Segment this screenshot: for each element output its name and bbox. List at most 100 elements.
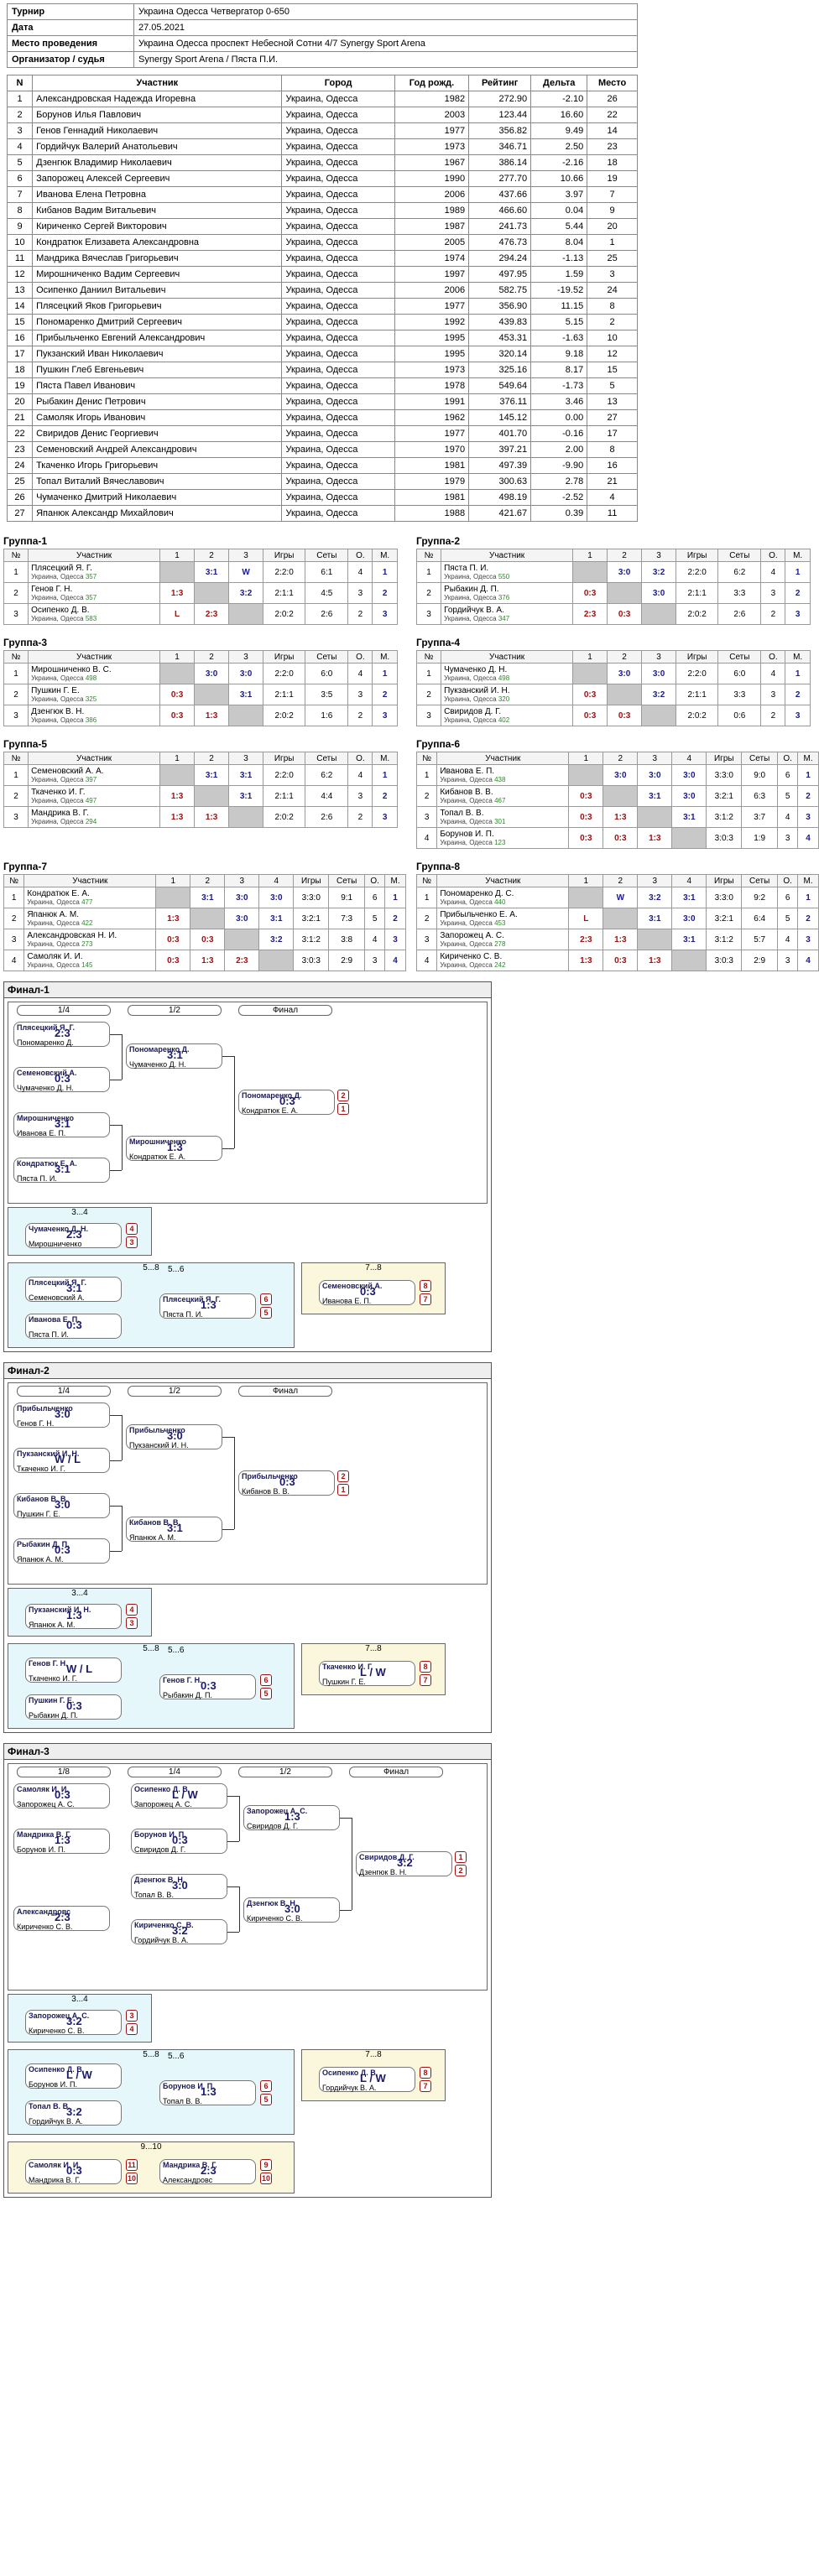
group-score-cell: 0:3	[190, 929, 226, 950]
group-header-cell: 3	[641, 650, 677, 664]
group-player-rating: 397	[85, 776, 97, 783]
player-cell: 5	[587, 377, 638, 394]
player-cell: 1973	[394, 138, 470, 155]
group-place: 1	[785, 663, 811, 684]
player-cell: 9.18	[530, 346, 588, 362]
group-sets: 6:1	[305, 561, 349, 583]
consolation-row: 5...8 Генов Г. Н. Ткаченко И. Г. W / L Пушки…	[4, 1640, 491, 1732]
place-badge: 3	[126, 2010, 138, 2022]
consolation-title: 5...8	[143, 1644, 159, 1653]
group-games: 2:2:0	[263, 764, 306, 786]
player-cell: 17	[6, 346, 34, 362]
match-card: Прибыльченко Генов Г. Н. 3:0	[13, 1402, 110, 1428]
match-player-b: Свиридов Д. Г.	[134, 1845, 186, 1854]
group-points: 3	[347, 684, 373, 705]
group-games: 2:0:2	[263, 806, 306, 828]
group-place: 3	[785, 705, 811, 726]
bracket-line	[110, 1415, 122, 1416]
player-cell: 23	[6, 441, 34, 458]
player-cell: 2.78	[530, 473, 588, 490]
group-score-cell: W	[603, 887, 639, 908]
match-player-b: Гордийчук В. А.	[29, 2117, 83, 2126]
consolation-3-4: 3...4 Пукзанский И. Н. Япанюк А. М. 1:3 4 3	[8, 1588, 152, 1637]
match-score: 1:3	[201, 1298, 216, 1311]
bracket-line	[110, 1551, 122, 1552]
player-cell: 16	[6, 330, 34, 346]
final-block: Финал-1 1/4 1/2 Финал Плясецкий Я. Г. Пономар…	[3, 981, 492, 1352]
group-score-cell: 3:0	[224, 887, 260, 908]
player-cell: 437.66	[468, 186, 532, 203]
player-cell: 476.73	[468, 234, 532, 251]
player-cell: 3.46	[530, 393, 588, 410]
player-cell: 9.49	[530, 122, 588, 139]
group-score-cell: 3:1	[228, 764, 264, 786]
group-games: 3:2:1	[293, 908, 330, 929]
round-header: 1/4	[17, 1005, 111, 1016]
player-cell: 11	[6, 250, 34, 267]
group-player: Кондратюк Е. А. Украина, Одесса 477	[23, 887, 157, 908]
player-cell: 19	[6, 377, 34, 394]
group-score-cell: 1:3	[568, 950, 604, 971]
player-row: 18 Пушкин Глеб Евгеньевич Украина, Одесса 1…	[6, 362, 638, 378]
player-cell: 21	[6, 409, 34, 426]
match-card: Кириченко С. В. Гордийчук В. А. 3:2	[131, 1919, 227, 1944]
group-player-rating: 497	[85, 797, 97, 804]
group-row: 1 Плясецкий Я. Г. Украина, Одесса 357 3:1 W 2…	[3, 561, 398, 583]
group-sets: 1:9	[741, 827, 779, 849]
player-cell: Украина, Одесса	[281, 473, 395, 490]
group-title: Группа-4	[416, 637, 461, 648]
bracket-line	[122, 1506, 123, 1551]
finals-section: Финал-1 1/4 1/2 Финал Плясецкий Я. Г. Пономар…	[0, 981, 819, 2198]
match-score: 3:1	[55, 1117, 70, 1130]
player-cell: 1981	[394, 457, 470, 474]
match-card: Осипенко Д. В. Запорожец А. С. L / W	[131, 1783, 227, 1808]
bracket-line	[227, 1841, 239, 1842]
match-player-b: Кибанов В. В.	[242, 1487, 290, 1496]
place-badge: 3	[126, 1236, 138, 1248]
match-card: Мандрика В. Г. Борунов И. П. 1:3	[13, 1829, 110, 1854]
match-card: Генов Г. Н. Рыбакин Д. П. 0:3	[159, 1674, 256, 1699]
group-header-cell: М.	[384, 874, 406, 887]
group-score-cell: 0:3	[155, 950, 191, 971]
match-card: Александровс Кириченко С. В. 2:3	[13, 1906, 110, 1931]
match-player-b: Рыбакин Д. П.	[29, 1711, 78, 1720]
player-cell: Украина, Одесса	[281, 457, 395, 474]
player-cell: Украина, Одесса	[281, 122, 395, 139]
match-card: Чумаченко Д. Н. Мирошниченко 2:3	[25, 1223, 122, 1248]
bracket-line	[239, 1886, 240, 1932]
group-player-name: Запорожец А. С.	[440, 931, 504, 940]
group-score-cell: 2:3	[568, 929, 604, 950]
main-bracket: 1/4 1/2 Финал Плясецкий Я. Г. Пономаренко Д.…	[8, 1002, 488, 1204]
group-seed: 1	[415, 764, 438, 786]
player-row: 22 Свиридов Денис Георгиевич Украина, Одес…	[6, 425, 638, 442]
consolation-row: 5...8 Плясецкий Я. Г. Семеновский А. 3:1 Ива…	[4, 1259, 491, 1351]
group-games: 3:0:3	[293, 950, 330, 971]
group-seed: 1	[3, 663, 29, 684]
group-score-cell: 0:3	[568, 806, 604, 828]
group-header-row: № Участник 1 2 3 Игры Сеты О. М.	[3, 650, 398, 664]
group-player-name: Свиридов Д. Г.	[444, 707, 502, 716]
group-score-cell: 3:1	[671, 929, 707, 950]
group-player: Топал В. В. Украина, Одесса 301	[436, 806, 570, 828]
group-block: Группа-8 № Участник 1 2 3 4 Игры Сеты О. М. 1 Понома…	[415, 861, 819, 971]
group-table: № Участник 1 2 3 Игры Сеты О. М. 1 Пяста П. И. Укра…	[415, 549, 811, 625]
group-header-cell: М.	[785, 650, 811, 664]
match-card: Ткаченко И. Г. Пушкин Г. Е. L / W	[319, 1661, 415, 1686]
bracket-line	[222, 1148, 234, 1149]
group-score-cell: 0:3	[159, 684, 196, 705]
group-points: 6	[777, 887, 799, 908]
match-score: W / L	[55, 1453, 81, 1465]
group-table: № Участник 1 2 3 Игры Сеты О. М. 1 Семеновский А. …	[3, 752, 398, 828]
match-player-b: Пяста П. И.	[17, 1174, 57, 1183]
player-cell: Борунов Илья Павлович	[32, 107, 283, 123]
player-cell: 320.14	[468, 346, 532, 362]
group-player-name: Мирошниченко В. С.	[31, 665, 112, 674]
group-title: Группа-7	[3, 861, 48, 872]
player-row: 11 Мандрика Вячеслав Григорьевич Украина, …	[6, 250, 638, 267]
match-card: Прибыльченко Кибанов В. В. 0:3	[238, 1470, 335, 1496]
group-block: Группа-6 № Участник 1 2 3 4 Игры Сеты О. М. 1 Иванов…	[415, 738, 819, 849]
match-card: Мирошниченко Иванова Е. П. 3:1	[13, 1112, 110, 1137]
player-row: 1 Александровская Надежда Игоревна Украина…	[6, 91, 638, 107]
group-place: 2	[384, 908, 406, 929]
group-score-cell: 3:0	[607, 663, 643, 684]
